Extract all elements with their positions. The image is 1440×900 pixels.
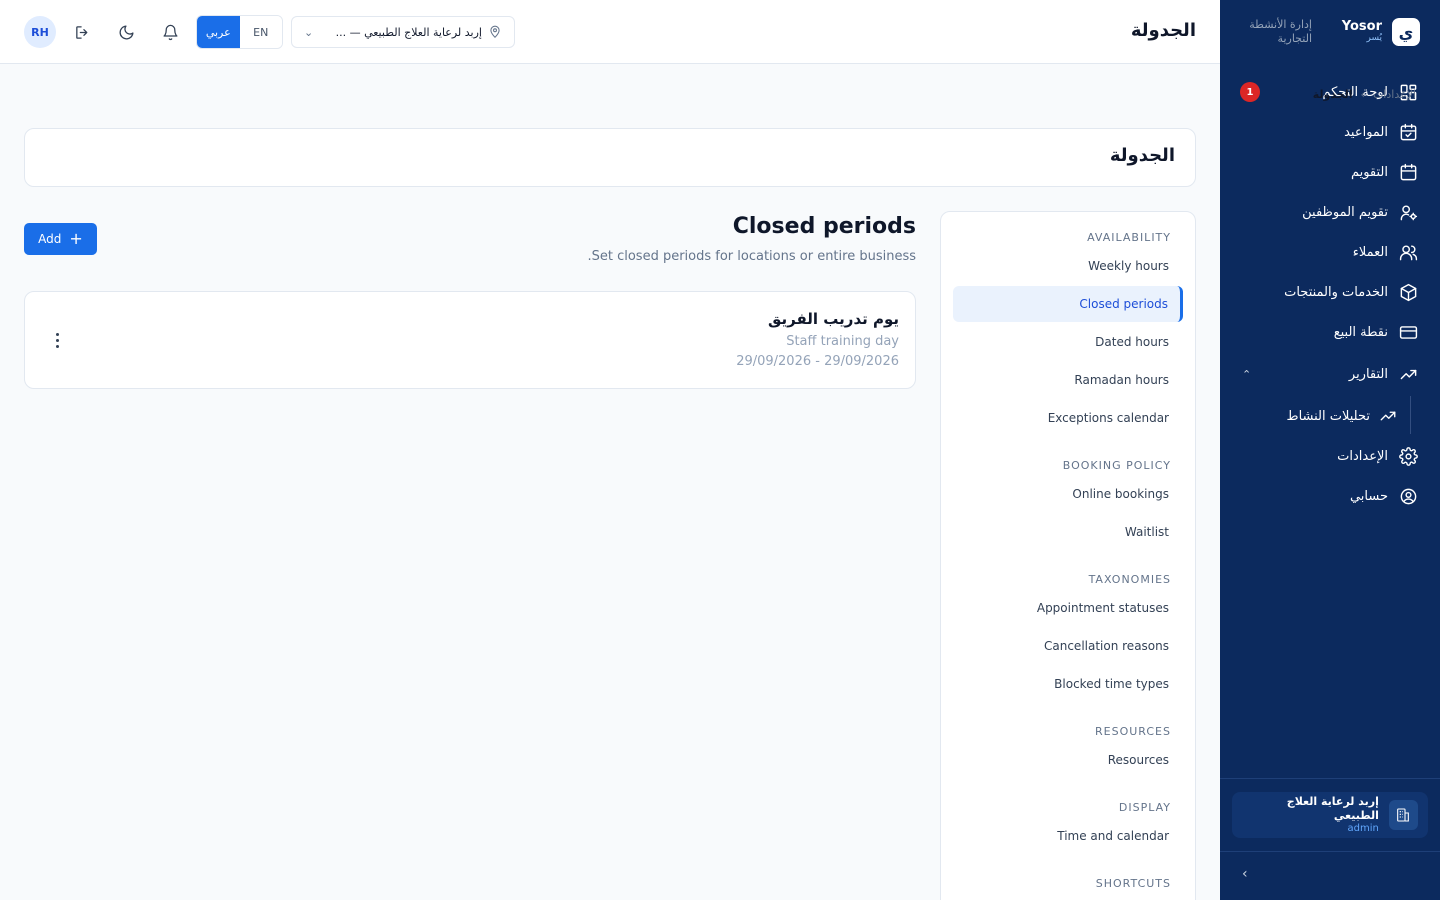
- gear-icon: [1398, 446, 1418, 466]
- chevron-up-icon[interactable]: ⌃: [1242, 368, 1251, 381]
- logout-button[interactable]: [70, 20, 94, 44]
- sidebar-subitem-activity-analytics[interactable]: تحليلات النشاط: [1220, 396, 1440, 436]
- content-title: Closed periods: [732, 214, 916, 239]
- menu-item-closed-periods[interactable]: Closed periods: [953, 286, 1183, 322]
- brand-sub: يُسر: [1366, 33, 1383, 44]
- sidebar-item-label: الإعدادات: [1337, 448, 1388, 464]
- breadcrumb-current: الجدولة: [1312, 88, 1353, 101]
- breadcrumb: الإعدادات › الجدولة: [1313, 88, 1416, 101]
- menu-section-booking-policy: BOOKING POLICY: [1062, 459, 1171, 472]
- topbar: RH عربي EN إربد لرعاية العلاج الطبيعي — …: [0, 0, 1220, 64]
- account-name: إربد لرعاية العلاج الطبيعي: [1286, 795, 1379, 822]
- menu-section-display: DISPLAY: [1118, 801, 1171, 814]
- menu-item-appointment-statuses[interactable]: Appointment statuses: [1037, 601, 1169, 615]
- sidebar-item-label: التقارير: [1348, 366, 1388, 382]
- menu-item-time-and-calendar[interactable]: Time and calendar: [1057, 829, 1169, 843]
- settings-menu: AVAILABILITY Weekly hours Closed periods…: [940, 211, 1196, 900]
- menu-item-ramadan-hours[interactable]: Ramadan hours: [1074, 373, 1169, 387]
- menu-section-availability: AVAILABILITY: [1087, 231, 1171, 244]
- users-icon: [1398, 242, 1418, 262]
- map-pin-icon: [490, 25, 500, 38]
- menu-item-dated-hours[interactable]: Dated hours: [1095, 335, 1169, 349]
- sidebar-nav: لوحة التحكم 1 المواعيد التقويم تقويم الم…: [1220, 64, 1440, 516]
- sidebar-item-my-account[interactable]: حسابي: [1220, 476, 1440, 516]
- account-role: admin: [1347, 822, 1379, 834]
- trending-up-icon: [1378, 406, 1398, 426]
- menu-item-waitlist[interactable]: Waitlist: [1125, 525, 1169, 539]
- menu-section-resources: RESOURCES: [1095, 725, 1171, 738]
- sidebar-item-appointments[interactable]: المواعيد: [1220, 112, 1440, 152]
- section-title-card: الجدولة: [24, 128, 1196, 187]
- trending-up-icon: [1398, 364, 1418, 384]
- sidebar: ي Yosor يُسر إدارة الأنشطة التجارية لوحة…: [1220, 0, 1440, 900]
- plus-icon: +: [69, 229, 83, 248]
- user-circle-icon: [1398, 486, 1418, 506]
- sidebar-item-settings[interactable]: الإعدادات: [1220, 436, 1440, 476]
- sidebar-item-label: المواعيد: [1344, 124, 1388, 140]
- add-closed-period-button[interactable]: Add +: [24, 223, 97, 255]
- sidebar-item-label: التقويم: [1350, 164, 1388, 180]
- sidebar-item-label: حسابي: [1349, 488, 1388, 504]
- divider: [1220, 851, 1440, 852]
- period-title: يوم تدريب الفريق: [768, 310, 899, 328]
- package-icon: [1398, 282, 1418, 302]
- sidebar-item-point-of-sale[interactable]: نقطة البيع: [1220, 312, 1440, 352]
- sidebar-item-services-products[interactable]: الخدمات والمنتجات: [1220, 272, 1440, 312]
- credit-card-icon: [1398, 322, 1418, 342]
- notification-badge: 1: [1240, 82, 1260, 102]
- avatar[interactable]: RH: [24, 16, 56, 48]
- collapse-sidebar-button[interactable]: ›: [1242, 866, 1248, 882]
- business-account-switcher[interactable]: إربد لرعاية العلاج الطبيعي admin: [1232, 792, 1428, 838]
- sidebar-item-clients[interactable]: العملاء: [1220, 232, 1440, 272]
- brand-logo: ي: [1392, 18, 1420, 46]
- chevron-left-icon: ›: [1360, 88, 1365, 101]
- calendar-icon: [1398, 162, 1418, 182]
- brand-description: إدارة الأنشطة التجارية: [1249, 18, 1312, 45]
- sidebar-item-label: العملاء: [1352, 244, 1388, 260]
- sidebar-item-reports[interactable]: التقارير ⌃: [1220, 352, 1440, 396]
- lang-english-button[interactable]: EN: [239, 16, 282, 48]
- language-switch: عربي EN: [196, 15, 283, 49]
- bell-icon: [162, 24, 178, 40]
- page-title: الجدولة: [1130, 20, 1196, 41]
- lang-arabic-button[interactable]: عربي: [197, 16, 240, 48]
- theme-toggle-button[interactable]: [114, 20, 138, 44]
- period-dates: 29/09/2026 - 29/09/2026: [736, 354, 899, 369]
- menu-item-exceptions-calendar[interactable]: Exceptions calendar: [1048, 411, 1169, 425]
- menu-item-cancellation-reasons[interactable]: Cancellation reasons: [1044, 639, 1169, 653]
- sidebar-item-label: تحليلات النشاط: [1286, 408, 1370, 424]
- menu-section-shortcuts: SHORTCUTS: [1095, 877, 1171, 890]
- submenu-rail: [1410, 396, 1411, 434]
- menu-item-blocked-time-types[interactable]: Blocked time types: [1054, 677, 1169, 691]
- breadcrumb-settings-link[interactable]: الإعدادات: [1373, 88, 1416, 101]
- closed-period-card: يوم تدريب الفريق Staff training day 29/0…: [24, 291, 916, 389]
- sidebar-item-calendar[interactable]: التقويم: [1220, 152, 1440, 192]
- add-button-label: Add: [38, 232, 62, 246]
- sidebar-item-label: نقطة البيع: [1333, 324, 1388, 340]
- menu-item-resources[interactable]: Resources: [1108, 753, 1169, 767]
- sidebar-item-staff-calendar[interactable]: تقويم الموظفين: [1220, 192, 1440, 232]
- notifications-button[interactable]: [158, 20, 182, 44]
- location-value: إربد لرعاية العلاج الطبيعي — ...: [335, 25, 482, 39]
- calendar-check-icon: [1398, 122, 1418, 142]
- user-settings-icon: [1398, 202, 1418, 222]
- chevron-down-icon: ⌄: [304, 25, 314, 39]
- location-select[interactable]: إربد لرعاية العلاج الطبيعي — ... ⌄: [291, 16, 515, 48]
- building-icon: [1388, 800, 1418, 830]
- sidebar-item-label: الخدمات والمنتجات: [1284, 284, 1388, 300]
- moon-icon: [119, 24, 134, 39]
- menu-item-weekly-hours[interactable]: Weekly hours: [1088, 259, 1169, 273]
- menu-section-taxonomies: TAXONOMIES: [1088, 573, 1171, 586]
- sidebar-item-label: تقويم الموظفين: [1302, 204, 1388, 220]
- divider: [1220, 778, 1440, 779]
- period-description: Staff training day: [786, 334, 899, 349]
- brand: ي Yosor يُسر إدارة الأنشطة التجارية: [1220, 0, 1440, 64]
- menu-item-online-bookings[interactable]: Online bookings: [1072, 487, 1169, 501]
- more-options-icon[interactable]: [49, 328, 65, 352]
- section-title: الجدولة: [1109, 145, 1175, 166]
- logout-icon: [75, 25, 87, 39]
- content-subtitle: .Set closed periods for locations or ent…: [587, 249, 916, 264]
